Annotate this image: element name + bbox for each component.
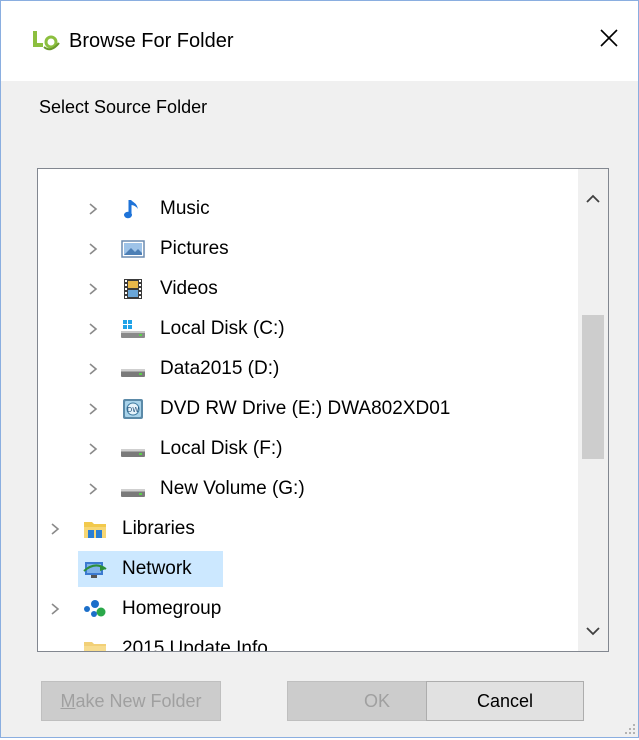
tree-item-label: New Volume (G:) [160, 478, 305, 499]
tree-item-label: Network [122, 558, 192, 579]
chevron-right-icon[interactable] [48, 602, 62, 616]
chevron-right-icon[interactable] [86, 202, 100, 216]
windows-drive-icon [120, 317, 146, 341]
scroll-thumb[interactable] [582, 315, 604, 459]
chevron-up-icon [586, 191, 600, 209]
tree-item[interactable]: Homegroup [38, 589, 578, 629]
tree-item-label: Data2015 (D:) [160, 358, 280, 379]
window-title: Browse For Folder [69, 30, 234, 52]
tree-item[interactable]: Music [38, 189, 578, 229]
vertical-scrollbar[interactable] [578, 169, 608, 651]
chevron-right-icon[interactable] [48, 522, 62, 536]
tree-item-label: Pictures [160, 238, 229, 259]
app-logo-icon [31, 29, 65, 51]
chevron-right-icon[interactable] [86, 442, 100, 456]
chevron-down-icon [586, 623, 600, 641]
tree-item-label: Libraries [122, 518, 195, 539]
music-note-icon [120, 197, 146, 221]
hard-drive-icon [120, 437, 146, 461]
tree-item[interactable]: Libraries [38, 509, 578, 549]
tree-item-label: Music [160, 198, 210, 219]
videos-folder-icon [120, 277, 146, 301]
hard-drive-icon [120, 477, 146, 501]
chevron-right-icon[interactable] [86, 402, 100, 416]
chevron-right-icon[interactable] [86, 282, 100, 296]
folder-icon [82, 637, 108, 651]
tree-item-label: Local Disk (C:) [160, 318, 285, 339]
close-button[interactable] [580, 11, 638, 69]
prompt-text: Select Source Folder [39, 97, 208, 117]
cancel-button[interactable]: Cancel [426, 681, 584, 721]
chevron-right-icon[interactable] [86, 242, 100, 256]
tree-item[interactable]: New Volume (G:) [38, 469, 578, 509]
tree-item[interactable]: Network [38, 549, 578, 589]
scroll-down-button[interactable] [578, 617, 608, 647]
tree-item[interactable]: 2015 Update Info [38, 629, 578, 652]
tree-item[interactable]: Local Disk (F:) [38, 429, 578, 469]
pictures-folder-icon [120, 237, 146, 261]
svg-text:DW: DW [127, 406, 139, 414]
tree-item-label: Local Disk (F:) [160, 438, 283, 459]
resize-grip-icon[interactable] [622, 721, 636, 735]
title-bar: Browse For Folder [1, 1, 638, 81]
tree-item[interactable]: DW DVD RW Drive (E:) DWA802XD01 [38, 389, 578, 429]
chevron-right-icon[interactable] [86, 362, 100, 376]
hard-drive-icon [120, 357, 146, 381]
chevron-right-icon[interactable] [86, 322, 100, 336]
tree-item-label: Homegroup [122, 598, 222, 619]
tree-item[interactable]: Data2015 (D:) [38, 349, 578, 389]
browse-folder-dialog: Browse For Folder Select Source Folder M… [0, 0, 639, 738]
tree-item-label: DVD RW Drive (E:) DWA802XD01 [160, 398, 451, 419]
tree-item[interactable]: Local Disk (C:) [38, 309, 578, 349]
homegroup-icon [82, 597, 108, 621]
tree-item[interactable]: Pictures [38, 229, 578, 269]
scroll-up-button[interactable] [578, 185, 608, 215]
network-icon [82, 557, 108, 581]
tree-item[interactable]: Videos [38, 269, 578, 309]
tree-item-label: Videos [160, 278, 218, 299]
chevron-right-icon[interactable] [86, 482, 100, 496]
folder-tree[interactable]: Music Pictures Videos Local Disk (C:) Data20… [37, 168, 609, 652]
close-icon [599, 28, 619, 53]
tree-item-label: 2015 Update Info [122, 638, 268, 652]
libraries-icon [82, 517, 108, 541]
make-new-folder-button[interactable]: Make New Folder [41, 681, 221, 721]
dvd-drive-icon: DW [120, 397, 146, 421]
